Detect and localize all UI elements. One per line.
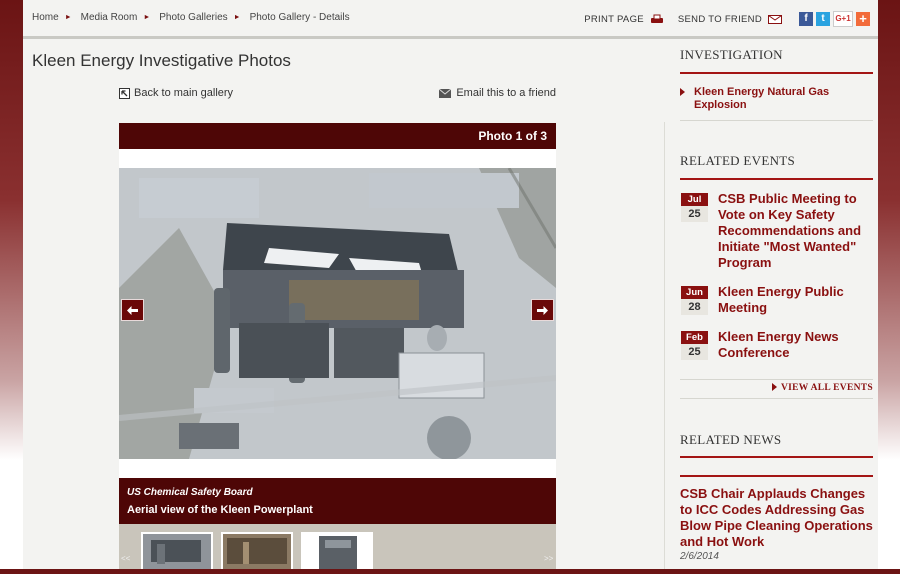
triangle-bullet-icon — [680, 88, 685, 96]
breadcrumb-current: Photo Gallery - Details — [249, 12, 350, 23]
gallery-photo[interactable] — [119, 168, 556, 459]
email-friend-label: Email this to a friend — [456, 87, 556, 99]
print-page-link[interactable]: PRINT PAGE — [584, 14, 664, 25]
photo-gallery: Photo 1 of 3 US Chemical Safety Board Ae… — [119, 123, 556, 569]
news-date: 2/6/2014 — [680, 551, 719, 562]
heading-rule — [680, 456, 873, 458]
mail-icon — [439, 88, 452, 98]
addthis-icon[interactable]: + — [856, 12, 870, 26]
breadcrumb-separator-icon: ► — [233, 14, 241, 21]
event-date-badge: Jun 28 — [681, 286, 708, 315]
breadcrumb-separator-icon: ► — [64, 14, 72, 21]
photo-counter: Photo 1 of 3 — [119, 123, 556, 149]
related-events-heading: RELATED EVENTS — [680, 153, 796, 168]
back-arrow-icon — [119, 87, 130, 99]
envelope-icon — [768, 15, 782, 24]
breadcrumb-home[interactable]: Home — [32, 12, 59, 23]
heading-rule — [680, 72, 873, 74]
heading-rule — [680, 178, 873, 180]
event-month: Jun — [681, 286, 708, 299]
thumbnail-image — [223, 534, 291, 569]
related-news-heading: RELATED NEWS — [680, 432, 782, 447]
thumbnail-1[interactable] — [141, 532, 213, 569]
event-day: 25 — [681, 206, 708, 222]
view-all-events-link[interactable]: VIEW ALL EVENTS — [680, 383, 873, 393]
thumbnail-3[interactable] — [301, 532, 373, 569]
thumbnail-strip: << >> — [119, 524, 556, 569]
thumbnail-image — [143, 534, 211, 569]
twitter-icon[interactable]: t — [816, 12, 830, 26]
divider — [680, 379, 873, 380]
send-to-friend-link[interactable]: SEND TO FRIEND — [678, 14, 782, 25]
divider — [680, 398, 873, 399]
triangle-bullet-icon — [772, 383, 778, 391]
page: Home ► Media Room ► Photo Galleries ► Photo Ga… — [23, 0, 878, 569]
back-to-gallery-label: Back to main gallery — [134, 87, 234, 99]
breadcrumb-separator-icon: ► — [143, 14, 151, 21]
investigation-heading: INVESTIGATION — [680, 47, 783, 62]
breadcrumb-photo-galleries[interactable]: Photo Galleries — [159, 12, 227, 23]
thumbnails-prev-button[interactable]: << — [121, 554, 130, 563]
heading-rule — [680, 475, 873, 477]
divider — [680, 120, 873, 121]
event-date-badge: Feb 25 — [681, 331, 708, 360]
event-title[interactable]: Kleen Energy News Conference — [718, 329, 873, 361]
view-all-events-label: VIEW ALL EVENTS — [781, 383, 873, 393]
print-page-label: PRINT PAGE — [584, 13, 644, 25]
caption-text: Aerial view of the Kleen Powerplant — [127, 504, 313, 516]
printer-icon — [650, 14, 663, 23]
thumbnail-2[interactable] — [221, 532, 293, 569]
thumbnails-next-button[interactable]: >> — [544, 554, 553, 563]
photo-caption: US Chemical Safety Board Aerial view of … — [119, 478, 556, 524]
news-title-link[interactable]: CSB Chair Applauds Changes to ICC Codes … — [680, 486, 873, 550]
breadcrumb-media-room[interactable]: Media Room — [81, 12, 138, 23]
investigation-link-label: Kleen Energy Natural Gas Explosion — [694, 86, 830, 111]
google-plus-icon[interactable]: G+1 — [833, 11, 853, 27]
column-divider — [664, 122, 665, 569]
top-bar: Home ► Media Room ► Photo Galleries ► Photo Ga… — [23, 0, 878, 39]
arrow-right-icon — [537, 305, 548, 315]
page-tools: PRINT PAGE SEND TO FRIEND f t G+1 + — [584, 11, 870, 27]
aerial-photo-image — [119, 168, 556, 459]
previous-photo-button[interactable] — [121, 299, 144, 321]
breadcrumb: Home ► Media Room ► Photo Galleries ► Photo Ga… — [32, 12, 356, 23]
facebook-icon[interactable]: f — [799, 12, 813, 26]
back-to-gallery-link[interactable]: Back to main gallery — [119, 87, 233, 99]
event-title[interactable]: Kleen Energy Public Meeting — [718, 284, 873, 316]
event-month: Jul — [681, 193, 708, 206]
event-month: Feb — [681, 331, 708, 344]
event-title[interactable]: CSB Public Meeting to Vote on Key Safety… — [718, 191, 873, 271]
event-day: 25 — [681, 344, 708, 360]
thumbnail-image — [303, 534, 371, 569]
event-date-badge: Jul 25 — [681, 193, 708, 222]
next-photo-button[interactable] — [531, 299, 554, 321]
event-day: 28 — [681, 299, 708, 315]
caption-source: US Chemical Safety Board — [127, 487, 253, 498]
email-friend-link[interactable]: Email this to a friend — [439, 87, 556, 99]
page-title: Kleen Energy Investigative Photos — [32, 51, 291, 70]
arrow-left-icon — [127, 305, 138, 315]
send-to-friend-label: SEND TO FRIEND — [677, 13, 762, 25]
